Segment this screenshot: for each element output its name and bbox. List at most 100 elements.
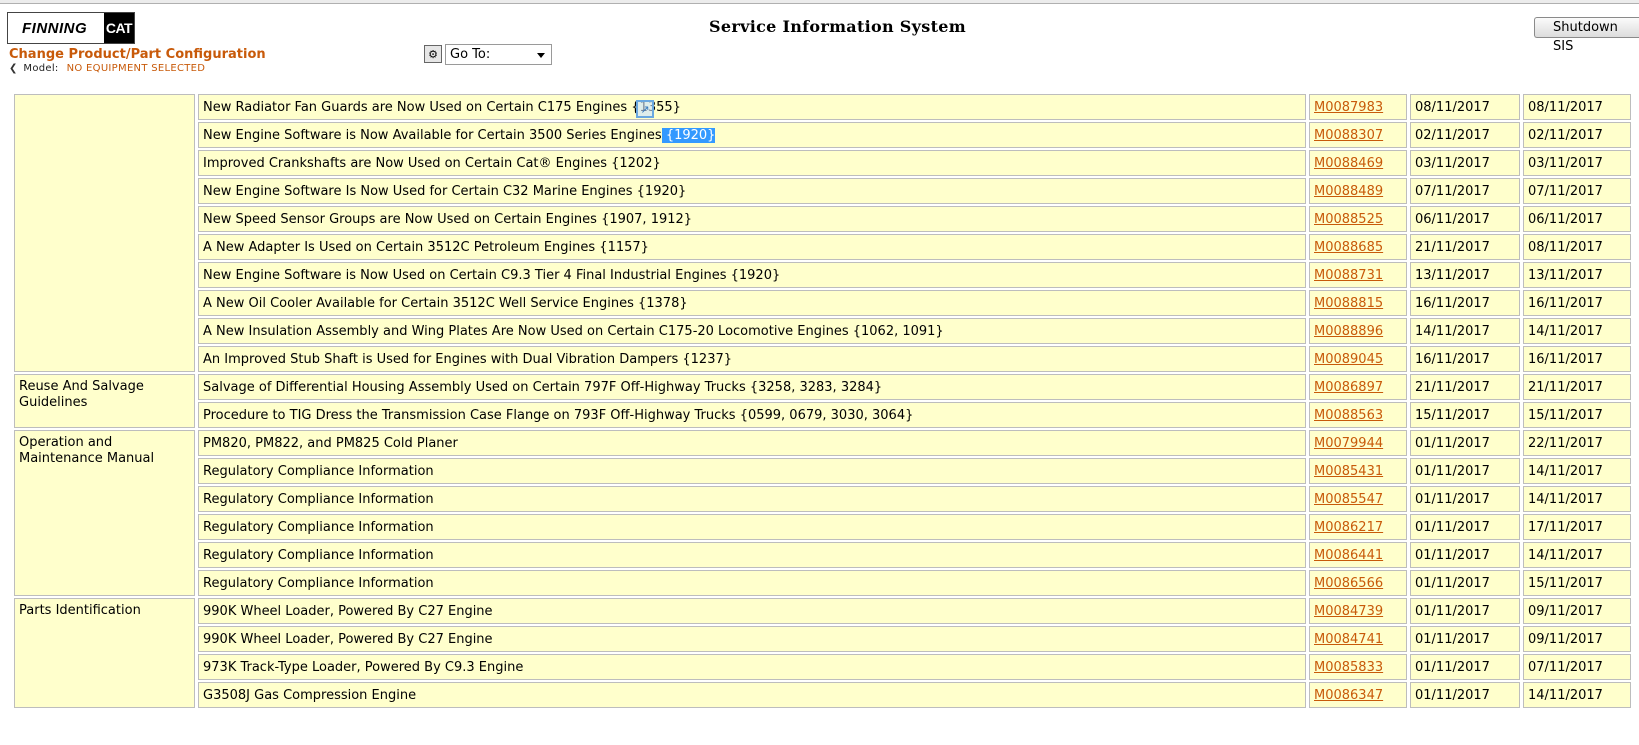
- media-number-link[interactable]: M0088525: [1314, 212, 1383, 227]
- media-number-cell: M0088307: [1309, 122, 1407, 148]
- results-table: New Radiator Fan Guards are Now Used on …: [11, 92, 1634, 710]
- media-number-cell: M0088525: [1309, 206, 1407, 232]
- category-cell: Operation and Maintenance Manual: [14, 430, 195, 596]
- media-number-link[interactable]: M0085431: [1314, 464, 1383, 479]
- logo-finning-text: FINNING: [22, 19, 88, 37]
- document-title-text: New Engine Software is Now Available for…: [203, 127, 662, 143]
- document-title-text: Improved Crankshafts are Now Used on Cer…: [203, 155, 661, 171]
- document-title-text: New Engine Software Is Now Used for Cert…: [203, 183, 687, 199]
- media-number-link[interactable]: M0088731: [1314, 268, 1383, 283]
- document-title-text: Regulatory Compliance Information: [203, 547, 434, 563]
- media-number-cell: M0088489: [1309, 178, 1407, 204]
- media-number-link[interactable]: M0088489: [1314, 184, 1383, 199]
- table-row: Improved Crankshafts are Now Used on Cer…: [14, 150, 1631, 176]
- shutdown-sis-button[interactable]: Shutdown SIS: [1534, 17, 1639, 54]
- media-number-link[interactable]: M0084739: [1314, 604, 1383, 619]
- update-date: 02/11/2017: [1523, 122, 1631, 148]
- media-number-link[interactable]: M0086441: [1314, 548, 1383, 563]
- media-number-link[interactable]: M0079944: [1314, 436, 1383, 451]
- update-date: 09/11/2017: [1523, 598, 1631, 624]
- document-title-text: An Improved Stub Shaft is Used for Engin…: [203, 351, 733, 367]
- document-title: Regulatory Compliance Information: [198, 570, 1306, 596]
- document-title-text: 973K Track-Type Loader, Powered By C9.3 …: [203, 659, 524, 675]
- chevron-left-icon[interactable]: ❮: [9, 63, 17, 74]
- update-date: 14/11/2017: [1523, 458, 1631, 484]
- table-row: A New Oil Cooler Available for Certain 3…: [14, 290, 1631, 316]
- media-number-link[interactable]: M0084741: [1314, 632, 1383, 647]
- document-title-text: 990K Wheel Loader, Powered By C27 Engine: [203, 603, 493, 619]
- document-title: Procedure to TIG Dress the Transmission …: [198, 402, 1306, 428]
- document-title: New Speed Sensor Groups are Now Used on …: [198, 206, 1306, 232]
- media-number-link[interactable]: M0087983: [1314, 100, 1383, 115]
- app-header: FINNING CAT Service Information System S…: [0, 4, 1639, 92]
- logo-cat-text: CAT: [104, 13, 134, 43]
- media-number-cell: M0089045: [1309, 346, 1407, 372]
- document-title: A New Insulation Assembly and Wing Plate…: [198, 318, 1306, 344]
- publication-date: 01/11/2017: [1410, 514, 1520, 540]
- media-number-link[interactable]: M0086897: [1314, 380, 1383, 395]
- document-title-text: A New Adapter Is Used on Certain 3512C P…: [203, 239, 649, 255]
- document-title-text: Regulatory Compliance Information: [203, 575, 434, 591]
- update-date: 21/11/2017: [1523, 374, 1631, 400]
- update-date: 14/11/2017: [1523, 486, 1631, 512]
- document-title-text: G3508J Gas Compression Engine: [203, 687, 417, 703]
- document-title: New Radiator Fan Guards are Now Used on …: [198, 94, 1306, 120]
- update-date: 14/11/2017: [1523, 542, 1631, 568]
- media-number-link[interactable]: M0085833: [1314, 660, 1383, 675]
- media-number-link[interactable]: M0088685: [1314, 240, 1383, 255]
- selected-text-highlight: {1920}: [661, 127, 716, 143]
- change-configuration-link[interactable]: Change Product/Part Configuration: [9, 47, 266, 62]
- update-date: 08/11/2017: [1523, 94, 1631, 120]
- media-number-link[interactable]: M0088469: [1314, 156, 1383, 171]
- document-title: A New Adapter Is Used on Certain 3512C P…: [198, 234, 1306, 260]
- results-table-container[interactable]: New Radiator Fan Guards are Now Used on …: [0, 92, 1639, 745]
- media-number-link[interactable]: M0089045: [1314, 352, 1383, 367]
- table-row: New Engine Software is Now Used on Certa…: [14, 262, 1631, 288]
- document-title: New Engine Software is Now Available for…: [198, 122, 1306, 148]
- media-number-cell: M0085431: [1309, 458, 1407, 484]
- update-date: 16/11/2017: [1523, 290, 1631, 316]
- expand-icon[interactable]: ↗: [636, 100, 654, 118]
- document-title-text: New Speed Sensor Groups are Now Used on …: [203, 211, 693, 227]
- document-title-text: Salvage of Differential Housing Assembly…: [203, 379, 883, 395]
- goto-label: Go To:: [450, 47, 491, 62]
- media-number-link[interactable]: M0088815: [1314, 296, 1383, 311]
- publication-date: 01/11/2017: [1410, 654, 1520, 680]
- document-title: Regulatory Compliance Information: [198, 542, 1306, 568]
- goto-icon[interactable]: ⚙: [424, 45, 442, 63]
- document-title-text: Regulatory Compliance Information: [203, 491, 434, 507]
- publication-date: 01/11/2017: [1410, 682, 1520, 708]
- goto-dropdown[interactable]: Go To:: [445, 44, 552, 65]
- media-number-link[interactable]: M0085547: [1314, 492, 1383, 507]
- publication-date: 01/11/2017: [1410, 486, 1520, 512]
- media-number-cell: M0088896: [1309, 318, 1407, 344]
- document-title-text: A New Insulation Assembly and Wing Plate…: [203, 323, 944, 339]
- table-row: Regulatory Compliance Information M008543…: [14, 458, 1631, 484]
- document-title-text: A New Oil Cooler Available for Certain 3…: [203, 295, 688, 311]
- table-row: Regulatory Compliance Information M008554…: [14, 486, 1631, 512]
- document-title: New Engine Software is Now Used on Certa…: [198, 262, 1306, 288]
- media-number-link[interactable]: M0088563: [1314, 408, 1383, 423]
- media-number-link[interactable]: M0088896: [1314, 324, 1383, 339]
- document-title: G3508J Gas Compression Engine: [198, 682, 1306, 708]
- model-value: NO EQUIPMENT SELECTED: [66, 63, 206, 74]
- table-row: Procedure to TIG Dress the Transmission …: [14, 402, 1631, 428]
- document-title-text: New Radiator Fan Guards are Now Used on …: [203, 99, 681, 115]
- document-title: New Engine Software Is Now Used for Cert…: [198, 178, 1306, 204]
- media-number-link[interactable]: M0086217: [1314, 520, 1383, 535]
- media-number-link[interactable]: M0086566: [1314, 576, 1383, 591]
- finning-cat-logo: FINNING CAT: [7, 12, 135, 44]
- media-number-link[interactable]: M0088307: [1314, 128, 1383, 143]
- table-row: 990K Wheel Loader, Powered By C27 Engine…: [14, 626, 1631, 652]
- publication-date: 01/11/2017: [1410, 430, 1520, 456]
- update-date: 16/11/2017: [1523, 346, 1631, 372]
- update-date: 07/11/2017: [1523, 654, 1631, 680]
- category-cell: Parts Identification: [14, 598, 195, 708]
- update-date: 15/11/2017: [1523, 402, 1631, 428]
- document-title: 973K Track-Type Loader, Powered By C9.3 …: [198, 654, 1306, 680]
- table-row: New Engine Software is Now Available for…: [14, 122, 1631, 148]
- media-number-link[interactable]: M0086347: [1314, 688, 1383, 703]
- category-cell: [14, 94, 195, 372]
- table-row: Regulatory Compliance Information M008656…: [14, 570, 1631, 596]
- chevron-down-icon: [537, 53, 545, 58]
